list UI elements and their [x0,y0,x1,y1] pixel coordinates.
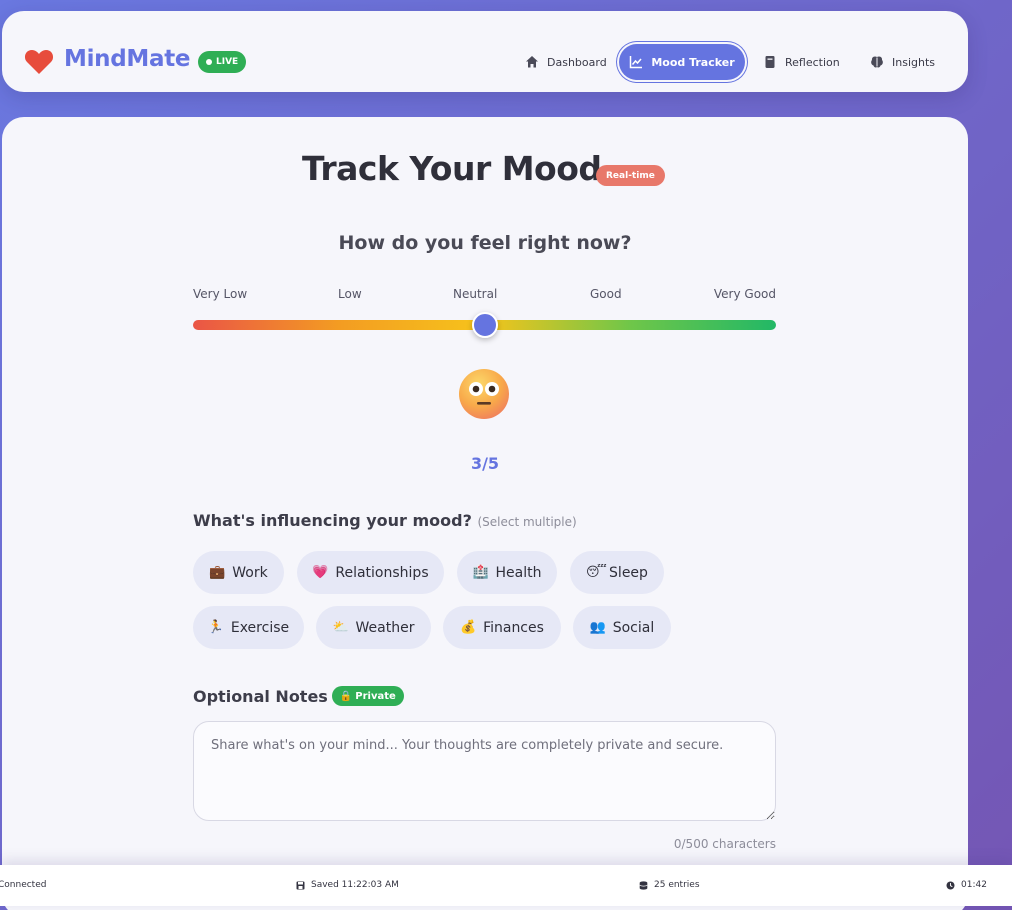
chip-label: Relationships [335,564,429,581]
heart-icon: 💗 [312,565,329,580]
private-badge-label: Private [355,690,396,702]
nav-dashboard-label: Dashboard [547,55,607,69]
notes-heading-text: Optional Notes [193,686,328,706]
chip-label: Work [232,564,268,581]
chip-weather[interactable]: ⛅ Weather [316,606,431,649]
chip-exercise[interactable]: 🏃 Exercise [193,606,304,649]
save-icon [296,881,305,889]
mood-tracker-card: Track Your Mood Real-time How do you fee… [2,117,968,910]
chip-label: Exercise [230,619,290,636]
page-title: Track Your Mood [302,149,602,188]
private-badge: 🔒 Private [331,686,404,706]
notes-textarea[interactable] [193,721,776,821]
save-status-text: Saved 11:22:03 AM [311,880,399,890]
brain-icon [871,56,883,68]
mood-slider[interactable] [193,312,776,338]
app-header: MindMate LIVE Dashboard Mood Tracker Ref… [2,11,968,92]
chip-work[interactable]: 💼 Work [193,551,284,594]
neutral-face-icon [459,369,509,419]
session-timer: 01:42 [946,880,987,890]
scale-label: Low [338,287,362,301]
mood-question: How do you feel right now? [338,232,632,254]
nav-insights-label: Insights [892,55,936,69]
scale-label: Good [590,287,622,301]
scale-label: Very Low [193,287,248,301]
scale-label: Very Good [713,287,776,301]
chip-social[interactable]: 👥 Social [573,606,671,649]
database-icon [639,880,648,890]
chart-line-icon [630,56,643,69]
money-bag-icon: 💰 [460,620,477,635]
home-icon [526,56,538,68]
connection-status-text: Connected [0,880,47,890]
chip-health[interactable]: 🏥 Health [457,551,557,594]
nav-mood-tracker-label: Mood Tracker [651,55,735,69]
people-icon: 👥 [589,620,606,635]
book-icon [765,56,775,68]
heart-logo-icon [24,50,54,74]
running-icon: 🏃 [207,620,225,635]
nav-insights[interactable]: Insights [870,44,935,80]
briefcase-icon: 💼 [209,565,226,580]
realtime-badge: Real-time [596,165,665,186]
chip-relationships[interactable]: 💗 Relationships [297,551,444,594]
influences-hint: (Select multiple) [477,515,577,529]
mood-slider-thumb[interactable] [471,312,498,338]
live-label: LIVE [216,57,239,67]
notes-heading: Optional Notes 🔒 Private [193,686,404,706]
entries-count: 25 entries [639,880,700,890]
mood-scale-labels: Very Low Low Neutral Good Very Good [193,287,776,303]
chip-label: Health [495,564,542,581]
nav-reflection[interactable]: Reflection [763,44,840,80]
influences-heading: What's influencing your mood? (Select mu… [193,511,577,530]
mood-score: 3/5 [470,454,500,473]
app-name: MindMate [64,46,191,72]
nav-mood-tracker[interactable]: Mood Tracker [619,44,745,80]
sleepy-face-icon: 😴 [586,565,607,580]
session-timer-text: 01:42 [961,880,987,890]
title-row: Track Your Mood Real-time [2,149,968,193]
live-dot-icon [206,59,212,65]
sun-cloud-icon: ⛅ [332,620,349,635]
scale-label: Neutral [453,287,498,301]
chip-label: Weather [355,619,415,636]
save-status: Saved 11:22:03 AM [296,880,399,890]
chip-label: Sleep [609,564,648,581]
entries-count-text: 25 entries [654,880,700,890]
live-badge: LIVE [198,51,247,73]
nav-reflection-label: Reflection [785,55,840,69]
chip-label: Social [612,619,655,636]
influences-heading-text: What's influencing your mood? [193,511,472,530]
chip-label: Finances [483,619,544,636]
status-bar: Connected Saved 11:22:03 AM 25 entries 0… [0,865,1012,906]
clock-icon [946,881,955,889]
health-icon: 🏥 [472,565,489,580]
lock-icon: 🔒 [339,690,353,702]
chip-sleep[interactable]: 😴 Sleep [570,551,664,594]
chip-finances[interactable]: 💰 Finances [443,606,561,649]
char-count: 0/500 characters [673,837,776,851]
connection-status: Connected [0,880,46,890]
nav-dashboard[interactable]: Dashboard [525,44,607,80]
